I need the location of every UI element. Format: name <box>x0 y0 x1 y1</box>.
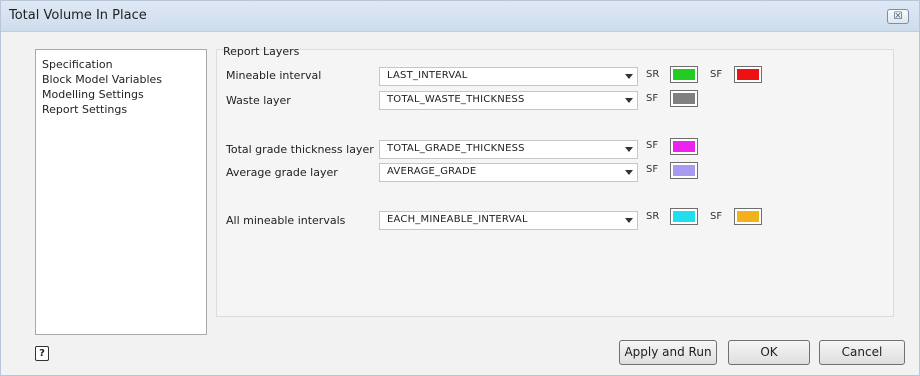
nav-item-block-model-variables[interactable]: Block Model Variables <box>42 73 162 86</box>
close-icon: ☒ <box>893 11 903 22</box>
all-mineable-intervals-value: EACH_MINEABLE_INTERVAL <box>387 214 528 225</box>
all-mineable-intervals-sr-color-swatch[interactable] <box>670 208 698 225</box>
all-mineable-intervals-sf-color-swatch[interactable] <box>734 208 762 225</box>
cancel-button[interactable]: Cancel <box>819 340 905 365</box>
close-button[interactable]: ☒ <box>887 9 909 24</box>
total-grade-thickness-sf-tag: SF <box>646 140 659 151</box>
report-layers-panel <box>216 49 894 317</box>
mineable-interval-sf-color-swatch[interactable] <box>734 66 762 83</box>
waste-layer-sf-tag: SF <box>646 93 659 104</box>
dialog-title: Total Volume In Place <box>9 8 147 23</box>
dialog-window: Total Volume In Place ☒ Specification Bl… <box>0 0 920 376</box>
chevron-down-icon <box>625 218 633 223</box>
average-grade-sf-color-swatch[interactable] <box>670 162 698 179</box>
waste-layer-sf-color-swatch[interactable] <box>670 90 698 107</box>
title-bar: Total Volume In Place ☒ <box>1 1 919 32</box>
mineable-interval-sr-tag: SR <box>646 69 660 80</box>
nav-item-modelling-settings[interactable]: Modelling Settings <box>42 88 144 101</box>
waste-layer-label: Waste layer <box>226 94 291 107</box>
ok-button[interactable]: OK <box>728 340 810 365</box>
nav-item-specification[interactable]: Specification <box>42 58 113 71</box>
report-layers-heading: Report Layers <box>223 45 300 58</box>
total-grade-thickness-sf-color-swatch[interactable] <box>670 138 698 155</box>
help-glyph: ? <box>39 348 45 359</box>
mineable-interval-value: LAST_INTERVAL <box>387 70 468 81</box>
mineable-interval-sr-color-swatch[interactable] <box>670 66 698 83</box>
all-mineable-intervals-select[interactable]: EACH_MINEABLE_INTERVAL <box>379 211 638 230</box>
mineable-interval-sf-tag: SF <box>710 69 723 80</box>
total-grade-thickness-label: Total grade thickness layer <box>226 143 374 156</box>
waste-layer-value: TOTAL_WASTE_THICKNESS <box>387 94 525 105</box>
chevron-down-icon <box>625 170 633 175</box>
chevron-down-icon <box>625 74 633 79</box>
mineable-interval-select[interactable]: LAST_INTERVAL <box>379 67 638 86</box>
average-grade-label: Average grade layer <box>226 166 338 179</box>
help-icon[interactable]: ? <box>35 346 49 361</box>
total-grade-thickness-value: TOTAL_GRADE_THICKNESS <box>387 143 525 154</box>
average-grade-sf-tag: SF <box>646 164 659 175</box>
settings-nav-list: Specification Block Model Variables Mode… <box>35 49 207 335</box>
waste-layer-select[interactable]: TOTAL_WASTE_THICKNESS <box>379 91 638 110</box>
all-mineable-intervals-sf-tag: SF <box>710 211 723 222</box>
average-grade-select[interactable]: AVERAGE_GRADE <box>379 163 638 182</box>
chevron-down-icon <box>625 147 633 152</box>
all-mineable-intervals-label: All mineable intervals <box>226 214 346 227</box>
all-mineable-intervals-sr-tag: SR <box>646 211 660 222</box>
apply-and-run-button[interactable]: Apply and Run <box>619 340 717 365</box>
chevron-down-icon <box>625 98 633 103</box>
nav-item-report-settings[interactable]: Report Settings <box>42 103 127 116</box>
total-grade-thickness-select[interactable]: TOTAL_GRADE_THICKNESS <box>379 140 638 159</box>
average-grade-value: AVERAGE_GRADE <box>387 166 477 177</box>
mineable-interval-label: Mineable interval <box>226 69 322 82</box>
